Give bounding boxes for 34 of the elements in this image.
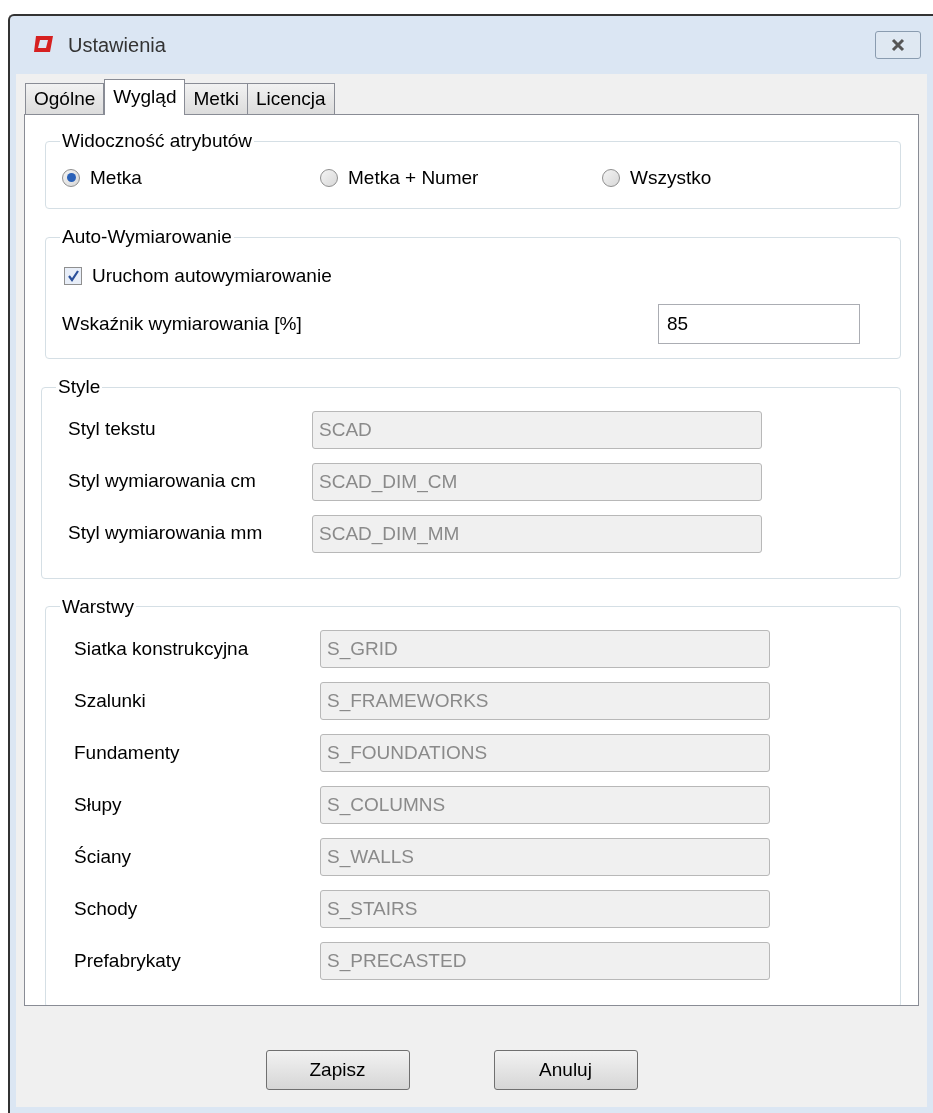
radio-button[interactable] (320, 168, 338, 187)
checkbox-label: Uruchom autowymiarowanie (92, 263, 332, 288)
number-field[interactable]: 85 (658, 304, 860, 344)
window-title: Ustawienia (68, 33, 166, 58)
field-label: Prefabrykaty (74, 948, 182, 973)
dialog-button[interactable]: Anuluj (493, 1050, 638, 1090)
group-title: Warstwy (61, 594, 136, 619)
field-label: Styl wymiarowania cm (68, 469, 257, 494)
radio-button[interactable] (62, 168, 80, 187)
tab[interactable]: Licencja (246, 83, 335, 114)
field-label: Styl tekstu (68, 417, 157, 442)
field-label: Wskaźnik wymiarowania [%] (62, 311, 302, 336)
group-title: Style (57, 375, 102, 399)
dialog-button[interactable]: Zapisz (265, 1050, 410, 1090)
field-label: Fundamenty (74, 740, 181, 765)
field-label: Siatka konstrukcyjna (74, 636, 250, 661)
radio-option[interactable]: Metka (62, 163, 320, 192)
tab[interactable]: Wygląd (104, 79, 186, 115)
group-title: Widoczność atrybutów (61, 129, 254, 153)
field-label: Ściany (74, 844, 133, 869)
checkbox[interactable] (64, 266, 82, 285)
field-label: Słupy (74, 792, 123, 817)
group-title: Auto-Wymiarowanie (61, 225, 233, 249)
radio-button[interactable] (602, 168, 620, 187)
radio-option[interactable]: Metka + Numer (320, 163, 602, 192)
tab[interactable]: Metki (184, 83, 248, 114)
checkmark-icon (66, 269, 80, 283)
field-label: Schody (74, 896, 139, 921)
field-label: Styl wymiarowania mm (68, 521, 264, 546)
field-label: Szalunki (74, 688, 147, 713)
close-button[interactable] (875, 31, 921, 59)
tab[interactable]: Ogólne (25, 83, 105, 114)
close-icon (890, 38, 906, 52)
radio-option[interactable]: Wszystko (602, 163, 884, 192)
